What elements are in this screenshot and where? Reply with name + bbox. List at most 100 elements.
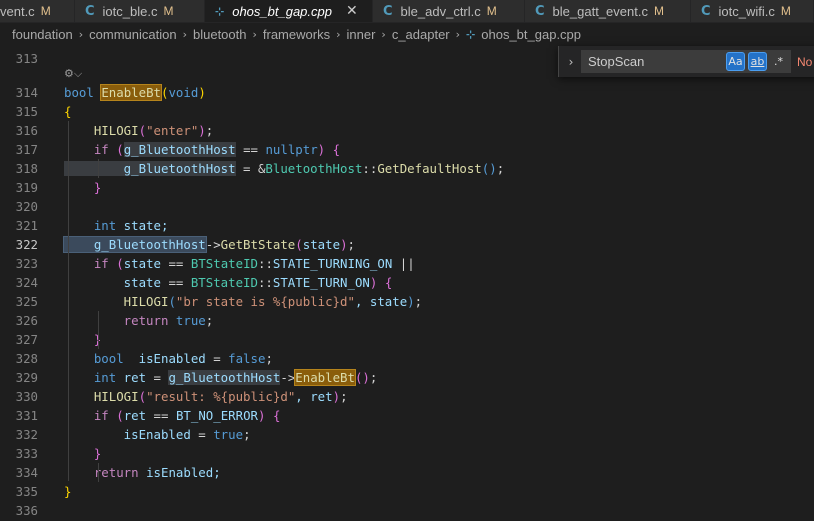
codelens-icon[interactable]: ⚙⌵ — [64, 67, 82, 81]
line-number: 329 — [15, 370, 38, 385]
code-token: ; — [347, 237, 355, 252]
code-token: = & — [235, 161, 266, 176]
tab-label: iotc_ble.c — [102, 3, 158, 19]
tab-vent-c[interactable]: vent.c M — [0, 0, 75, 22]
code-token: state — [123, 256, 162, 271]
code-line: 319 } — [0, 178, 814, 197]
line-number: 331 — [15, 408, 38, 423]
code-token: == — [146, 408, 176, 423]
tab-iotc-wifi-c[interactable]: Ciotc_wifi.c M — [691, 0, 814, 22]
code-token: GetDefaultHost — [377, 161, 482, 176]
code-line: 325 HILOGI("br state is %{public}d", sta… — [0, 292, 814, 311]
line-number: 318 — [15, 161, 38, 176]
code-text: if (g_BluetoothHost == nullptr) { — [64, 140, 340, 159]
code-text: } — [64, 178, 101, 197]
code-token: true — [213, 427, 244, 442]
tab-iotc-ble-c[interactable]: Ciotc_ble.c M — [75, 0, 205, 22]
tab-ble-adv-ctrl-c[interactable]: Cble_adv_ctrl.c M — [373, 0, 525, 22]
code-token: , ret — [295, 389, 333, 404]
code-token: () — [354, 370, 370, 385]
code-text: } — [64, 444, 101, 463]
code-token: } — [64, 332, 102, 347]
find-input[interactable]: StopScan Aa ab .* — [581, 50, 791, 73]
code-text: HILOGI("br state is %{public}d", state); — [64, 292, 422, 311]
breadcrumb-item[interactable]: foundation — [12, 27, 73, 42]
modified-badge: M — [163, 4, 174, 18]
code-token: HILOGI — [64, 389, 139, 404]
code-token: -> — [205, 237, 221, 252]
whole-word-toggle[interactable]: ab — [748, 52, 767, 71]
close-icon[interactable]: ✕ — [346, 3, 358, 19]
breadcrumb-item[interactable]: inner — [346, 27, 375, 42]
tab-ohos-bt-gap-cpp[interactable]: ⊹ ohos_bt_gap.cpp ✕ — [205, 0, 373, 22]
code-editor[interactable]: ⚙⌵ 313 314 bool EnableBt(void) 315{316 HILO… — [0, 46, 814, 521]
code-token: } — [64, 180, 102, 195]
code-text: return isEnabled; — [64, 463, 221, 482]
modified-badge: M — [780, 4, 791, 18]
line-number: 332 — [15, 427, 38, 442]
code-token: { — [384, 275, 393, 290]
breadcrumb-item[interactable]: bluetooth — [193, 27, 247, 42]
code-line: 329 int ret = g_BluetoothHost->EnableBt(… — [0, 368, 814, 387]
code-token: ret — [123, 408, 147, 423]
code-token: ) — [198, 85, 206, 100]
code-token: () — [481, 161, 497, 176]
regex-toggle[interactable]: .* — [770, 53, 787, 70]
code-text: state == BTStateID::STATE_TURN_ON) { — [64, 273, 393, 292]
code-line: 320 — [0, 197, 814, 216]
breadcrumb-item[interactable]: c_adapter — [392, 27, 450, 42]
code-line: 331 if (ret == BT_NO_ERROR) { — [0, 406, 814, 425]
code-line: 314 bool EnableBt(void) — [0, 83, 814, 102]
code-line: 332 isEnabled = true; — [0, 425, 814, 444]
tab-ble-gatt-event-c[interactable]: Cble_gatt_event.c M — [525, 0, 691, 22]
tab-label: vent.c — [0, 3, 35, 19]
line-number: 314 — [15, 85, 38, 100]
code-token: { — [64, 104, 72, 119]
code-token: ) — [407, 294, 415, 309]
code-token: int — [64, 370, 117, 385]
line-number: 313 — [15, 51, 38, 66]
c-file-icon: C — [85, 3, 95, 19]
tab-label: iotc_wifi.c — [718, 3, 775, 19]
match-case-toggle[interactable]: Aa — [726, 52, 745, 71]
code-token: false — [228, 351, 266, 366]
tab-label: ohos_bt_gap.cpp — [232, 3, 332, 19]
code-line: 335} — [0, 482, 814, 501]
breadcrumb-item[interactable]: frameworks — [263, 27, 330, 42]
code-token: g_BluetoothHost — [63, 236, 207, 253]
line-number: 324 — [15, 275, 38, 290]
code-token: { — [272, 408, 281, 423]
code-token: :: — [257, 275, 273, 290]
line-number: 330 — [15, 389, 38, 404]
code-token: bool — [64, 351, 124, 366]
code-token: state; — [116, 218, 169, 233]
code-token: if — [64, 256, 109, 271]
code-token: state — [302, 237, 341, 252]
code-token: isEnabled — [64, 427, 191, 442]
code-text: bool EnableBt(void) — [64, 83, 206, 102]
indent-guide — [68, 121, 69, 481]
code-token: g_BluetoothHost — [64, 161, 236, 176]
tab-label: ble_gatt_event.c — [552, 3, 648, 19]
editor-tab-bar: vent.c M Ciotc_ble.c M ⊹ ohos_bt_gap.cpp ✕ Cble… — [0, 0, 814, 23]
code-token: void — [168, 85, 199, 100]
line-number: 316 — [15, 123, 38, 138]
indent-guide — [98, 159, 99, 178]
chevron-right-icon: › — [252, 27, 257, 41]
breadcrumb-file[interactable]: ohos_bt_gap.cpp — [481, 27, 581, 42]
line-number: 328 — [15, 351, 38, 366]
code-line: 328 bool isEnabled = false; — [0, 349, 814, 368]
code-line: 330 HILOGI("result: %{public}d", ret); — [0, 387, 814, 406]
code-token: ) — [332, 389, 341, 404]
code-token: isEnabled — [123, 351, 206, 366]
chevron-right-icon: › — [336, 27, 341, 41]
code-token: STATE_TURN_ON — [272, 275, 370, 290]
code-token: g_BluetoothHost — [168, 370, 281, 385]
cpp-file-icon: ⊹ — [466, 27, 476, 41]
code-token: :: — [362, 161, 378, 176]
line-number: 320 — [15, 199, 38, 214]
toggle-replace-icon[interactable]: › — [561, 55, 581, 69]
indent-guide — [98, 463, 99, 482]
breadcrumb-item[interactable]: communication — [89, 27, 176, 42]
line-number: 317 — [15, 142, 38, 157]
